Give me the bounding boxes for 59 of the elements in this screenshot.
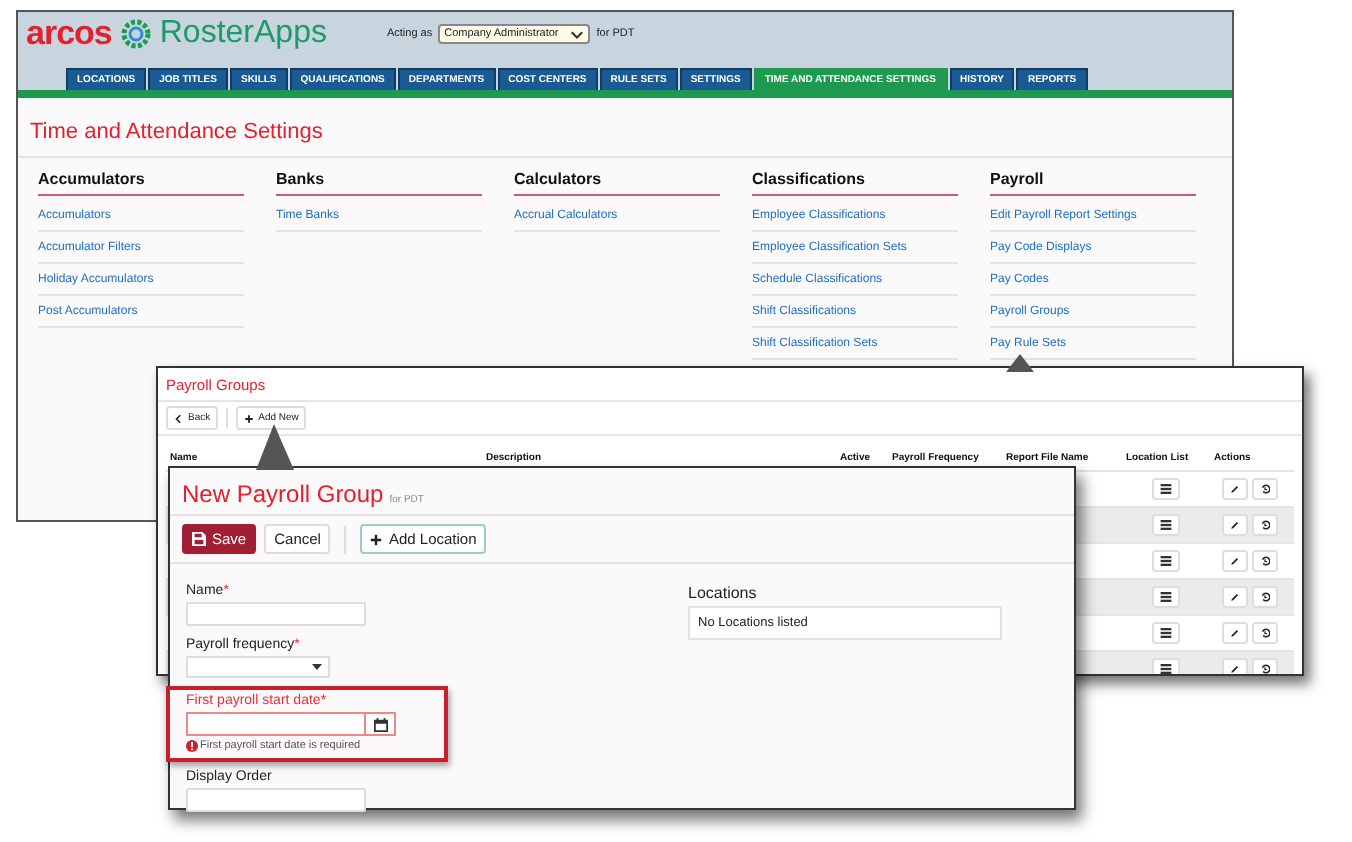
locations-label: Locations xyxy=(688,584,759,602)
pencil-icon xyxy=(1229,592,1239,602)
caret-icon xyxy=(312,664,322,670)
history-icon xyxy=(1259,484,1269,494)
error-icon xyxy=(186,740,198,752)
pencil-icon xyxy=(1229,520,1239,530)
calendar-icon xyxy=(373,717,387,731)
list-icon xyxy=(1160,556,1172,566)
plus-icon xyxy=(370,533,383,545)
section-heading: Calculators xyxy=(514,170,720,196)
section-heading: Classifications xyxy=(752,170,958,196)
history-icon xyxy=(1259,628,1269,638)
logo-brand: RosterApps xyxy=(159,18,327,50)
callout-pointer xyxy=(1006,354,1034,372)
callout-pointer xyxy=(256,424,294,470)
history-icon xyxy=(1259,520,1269,530)
pencil-icon xyxy=(1229,484,1239,494)
list-icon xyxy=(1160,484,1172,494)
location-list-button[interactable] xyxy=(1152,622,1180,644)
history-button[interactable] xyxy=(1251,478,1277,500)
dialog-title: New Payroll Group xyxy=(182,480,384,508)
location-list-button[interactable] xyxy=(1152,586,1180,608)
location-list-button[interactable] xyxy=(1152,478,1180,500)
history-button[interactable] xyxy=(1251,622,1277,644)
select-field[interactable] xyxy=(186,656,330,678)
pencil-icon xyxy=(1229,628,1239,638)
input-field[interactable] xyxy=(186,788,366,812)
pencil-icon xyxy=(1229,664,1239,674)
list-icon xyxy=(1160,520,1172,530)
location-list-button[interactable] xyxy=(1152,514,1180,536)
list-icon xyxy=(1160,592,1172,602)
location-list-button[interactable] xyxy=(1152,550,1180,572)
edit-button[interactable] xyxy=(1221,514,1247,536)
plus-icon xyxy=(244,413,255,423)
date-field[interactable] xyxy=(186,712,396,736)
section-heading: Payroll xyxy=(990,170,1196,196)
edit-button[interactable] xyxy=(1221,658,1247,674)
chevron-left-icon xyxy=(174,413,184,423)
edit-button[interactable] xyxy=(1221,622,1247,644)
page-title: Time and Attendance Settings xyxy=(18,98,1232,158)
section-heading: Banks xyxy=(276,170,482,196)
edit-button[interactable] xyxy=(1221,550,1247,572)
pencil-icon xyxy=(1229,556,1239,566)
list-icon xyxy=(1160,628,1172,638)
section-heading: Accumulators xyxy=(38,170,244,196)
edit-button[interactable] xyxy=(1221,478,1247,500)
history-button[interactable] xyxy=(1251,514,1277,536)
history-button[interactable] xyxy=(1251,658,1277,674)
input-field[interactable] xyxy=(186,602,366,626)
gear-logo-icon xyxy=(119,18,152,50)
chevron-down-icon xyxy=(570,28,585,40)
history-icon xyxy=(1259,556,1269,566)
history-button[interactable] xyxy=(1251,550,1277,572)
history-button[interactable] xyxy=(1251,586,1277,608)
history-icon xyxy=(1259,664,1269,674)
location-list-button[interactable] xyxy=(1152,658,1180,674)
history-icon xyxy=(1259,592,1269,602)
edit-button[interactable] xyxy=(1221,586,1247,608)
logo-wordmark: arcos xyxy=(26,18,112,50)
